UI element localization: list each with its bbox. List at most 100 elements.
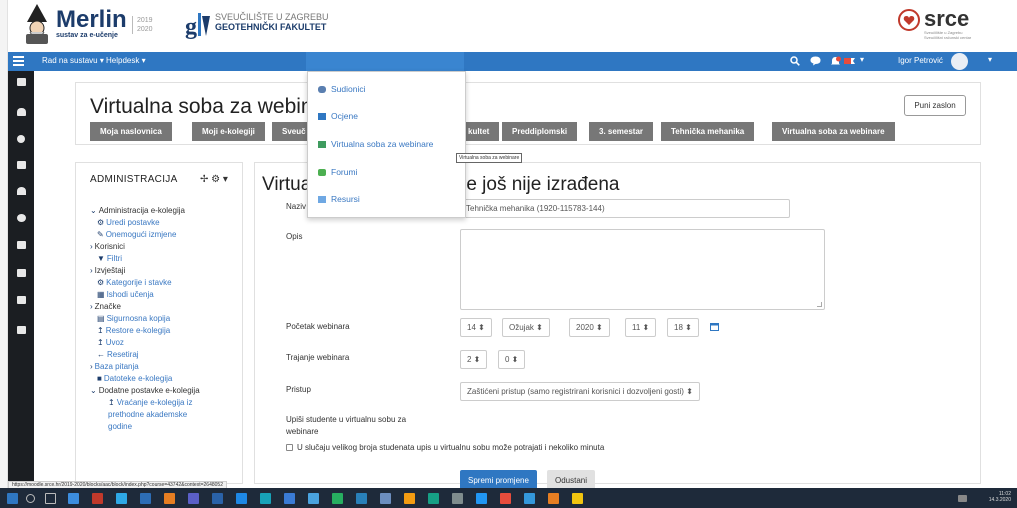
taskbar-app-10-icon[interactable] <box>284 493 295 504</box>
search-icon[interactable] <box>790 56 800 66</box>
user-avatar[interactable] <box>951 53 968 70</box>
search-icon[interactable] <box>26 494 35 503</box>
user-menu-caret-icon[interactable]: ▾ <box>988 55 992 64</box>
select-value: 18 <box>674 323 683 332</box>
taskbar-app-13-icon[interactable] <box>356 493 367 504</box>
taskbar-app-22-icon[interactable] <box>572 493 583 504</box>
private-files-icon[interactable] <box>17 269 26 277</box>
edge-browser-icon[interactable] <box>116 493 127 504</box>
tree-item-disable-editing[interactable]: ✎ Onemogući izmjene <box>97 230 176 240</box>
tree-item-restore-previous-year-3[interactable]: godine <box>108 422 132 432</box>
resize-handle-icon[interactable] <box>817 302 822 307</box>
grades-table-icon <box>318 113 326 120</box>
select-value: 0 <box>505 355 510 364</box>
tree-item-course-files[interactable]: ■ Datoteke e-kolegija <box>97 374 172 384</box>
breadcrumb-course[interactable]: Tehnička mehanika <box>661 122 755 141</box>
dashboard-grid-icon[interactable] <box>17 78 26 86</box>
start-day-select[interactable]: 14 ⬍ <box>460 318 492 337</box>
taskbar-app-15-icon[interactable] <box>404 493 415 504</box>
dropdown-item-participants[interactable]: Sudionici <box>318 84 366 94</box>
course-menu-trigger[interactable] <box>306 52 464 71</box>
taskbar-app-8-icon[interactable] <box>236 493 247 504</box>
taskbar-app-21-icon[interactable] <box>548 493 559 504</box>
taskbar-app-18-icon[interactable] <box>476 493 487 504</box>
taskbar-app-2-icon[interactable] <box>92 493 103 504</box>
tree-node-reports[interactable]: › Izvještaji <box>90 266 125 276</box>
merlin-logo-icon[interactable] <box>22 4 52 46</box>
menu-rad-na-sustavu[interactable]: Rad na sustavu ▾ <box>42 56 104 65</box>
start-month-select[interactable]: Ožujak ⬍ <box>502 318 550 337</box>
taskbar-app-9-icon[interactable] <box>260 493 271 504</box>
taskbar-app-1-icon[interactable] <box>68 493 79 504</box>
taskbar-app-4-icon[interactable] <box>140 493 151 504</box>
taskbar-app-7-icon[interactable] <box>212 493 223 504</box>
dropdown-item-grades[interactable]: Ocjene <box>318 111 358 121</box>
dashboard-gauge-icon[interactable] <box>17 214 26 222</box>
taskbar-app-5-icon[interactable] <box>164 493 175 504</box>
tree-item-gradebook-setup[interactable]: ⚙ Kategorije i stavke <box>97 278 172 288</box>
chat-bubble-icon[interactable] <box>810 56 821 66</box>
fullscreen-button[interactable]: Puni zaslon <box>904 95 966 116</box>
notifications-bell-icon[interactable] <box>830 56 841 67</box>
tree-item-restore-previous-year[interactable]: ↥ Vraćanje e-kolegija iz <box>108 398 192 408</box>
tree-item-reset[interactable]: ← Resetiraj <box>97 350 139 360</box>
grades-table-icon[interactable] <box>17 161 26 169</box>
tree-node-users[interactable]: › Korisnici <box>90 242 125 252</box>
dropdown-item-webinar-room[interactable]: Virtualna soba za webinare <box>318 139 433 149</box>
taskbar-app-19-icon[interactable] <box>500 493 511 504</box>
tree-node-extra-settings[interactable]: ⌄ Dodatne postavke e-kolegija <box>90 386 200 396</box>
taskbar-app-16-icon[interactable] <box>428 493 439 504</box>
taskbar-app-12-icon[interactable] <box>332 493 343 504</box>
clock[interactable]: 11:02 14.3.2020 <box>989 491 1011 503</box>
taskbar-app-20-icon[interactable] <box>524 493 535 504</box>
breadcrumb-undergraduate[interactable]: Preddiplomski <box>502 122 578 141</box>
upload-icon: ↥ <box>97 326 104 335</box>
duration-minutes-select[interactable]: 0 ⬍ <box>498 350 526 369</box>
breadcrumb-current[interactable]: Virtualna soba za webinare <box>772 122 895 141</box>
tree-node-question-bank[interactable]: › Baza pitanja <box>90 362 139 372</box>
enroll-checkbox[interactable] <box>286 444 293 451</box>
content-bank-icon[interactable] <box>17 296 26 304</box>
menu-helpdesk[interactable]: Helpdesk ▾ <box>106 56 146 65</box>
access-select[interactable]: Zaštićeni pristup (samo registrirani kor… <box>460 382 700 401</box>
start-windows-icon[interactable] <box>7 493 18 504</box>
add-block-icon[interactable] <box>17 326 26 334</box>
description-textarea[interactable] <box>460 229 825 310</box>
dropdown-item-resources[interactable]: Resursi <box>318 194 360 204</box>
taskbar-app-6-icon[interactable] <box>188 493 199 504</box>
start-year-select[interactable]: 2020 ⬍ <box>569 318 610 337</box>
merlin-brand[interactable]: Merlin sustav za e-učenje <box>56 8 127 40</box>
breadcrumb-my-courses[interactable]: Moji e-kolegiji <box>192 122 265 141</box>
taskbar-app-14-icon[interactable] <box>380 493 391 504</box>
calendar-picker-icon[interactable] <box>710 322 719 331</box>
name-input[interactable]: Tehnička mehanika (1920-115783-144) <box>460 199 790 218</box>
tree-item-filters[interactable]: ▼ Filtri <box>97 254 122 264</box>
tree-node-course-admin[interactable]: ⌄ Administracija e-kolegija <box>90 206 185 216</box>
competencies-icon[interactable] <box>17 187 26 195</box>
taskbar-app-17-icon[interactable] <box>452 493 463 504</box>
block-actions-icon[interactable]: ✢ ⚙ ▾ <box>200 174 228 185</box>
hamburger-menu-icon[interactable] <box>13 56 24 66</box>
tree-item-edit-settings[interactable]: ⚙ Uredi postavke <box>97 218 160 228</box>
taskbar-app-11-icon[interactable] <box>308 493 319 504</box>
tree-item-outcomes[interactable]: ▦ Ishodi učenja <box>97 290 154 300</box>
flag-dropdown-caret-icon[interactable]: ▾ <box>860 55 864 64</box>
tree-item-restore[interactable]: ↥ Restore e-kolegija <box>97 326 170 336</box>
user-menu-name[interactable]: Igor Petrović <box>898 56 943 65</box>
system-tray-icon[interactable] <box>958 495 967 502</box>
start-hour-select[interactable]: 11 ⬍ <box>625 318 657 337</box>
start-minute-select[interactable]: 18 ⬍ <box>667 318 699 337</box>
tree-node-badges[interactable]: › Značke <box>90 302 121 312</box>
dropdown-item-forums[interactable]: Forumi <box>318 167 357 177</box>
participants-icon[interactable] <box>17 108 26 116</box>
tree-item-restore-previous-year-2[interactable]: prethodne akademske <box>108 410 187 420</box>
breadcrumb-semester[interactable]: 3. semestar <box>589 122 654 141</box>
duration-hours-select[interactable]: 2 ⬍ <box>460 350 488 369</box>
tree-item-backup[interactable]: ▤ Sigurnosna kopija <box>97 314 170 324</box>
tree-item-import[interactable]: ↥ Uvoz <box>97 338 124 348</box>
badges-dot-icon[interactable] <box>17 135 25 143</box>
messages-flag-icon[interactable] <box>844 57 855 65</box>
calendar-icon[interactable] <box>17 241 26 249</box>
task-view-icon[interactable] <box>45 493 56 504</box>
breadcrumb-home[interactable]: Moja naslovnica <box>90 122 172 141</box>
